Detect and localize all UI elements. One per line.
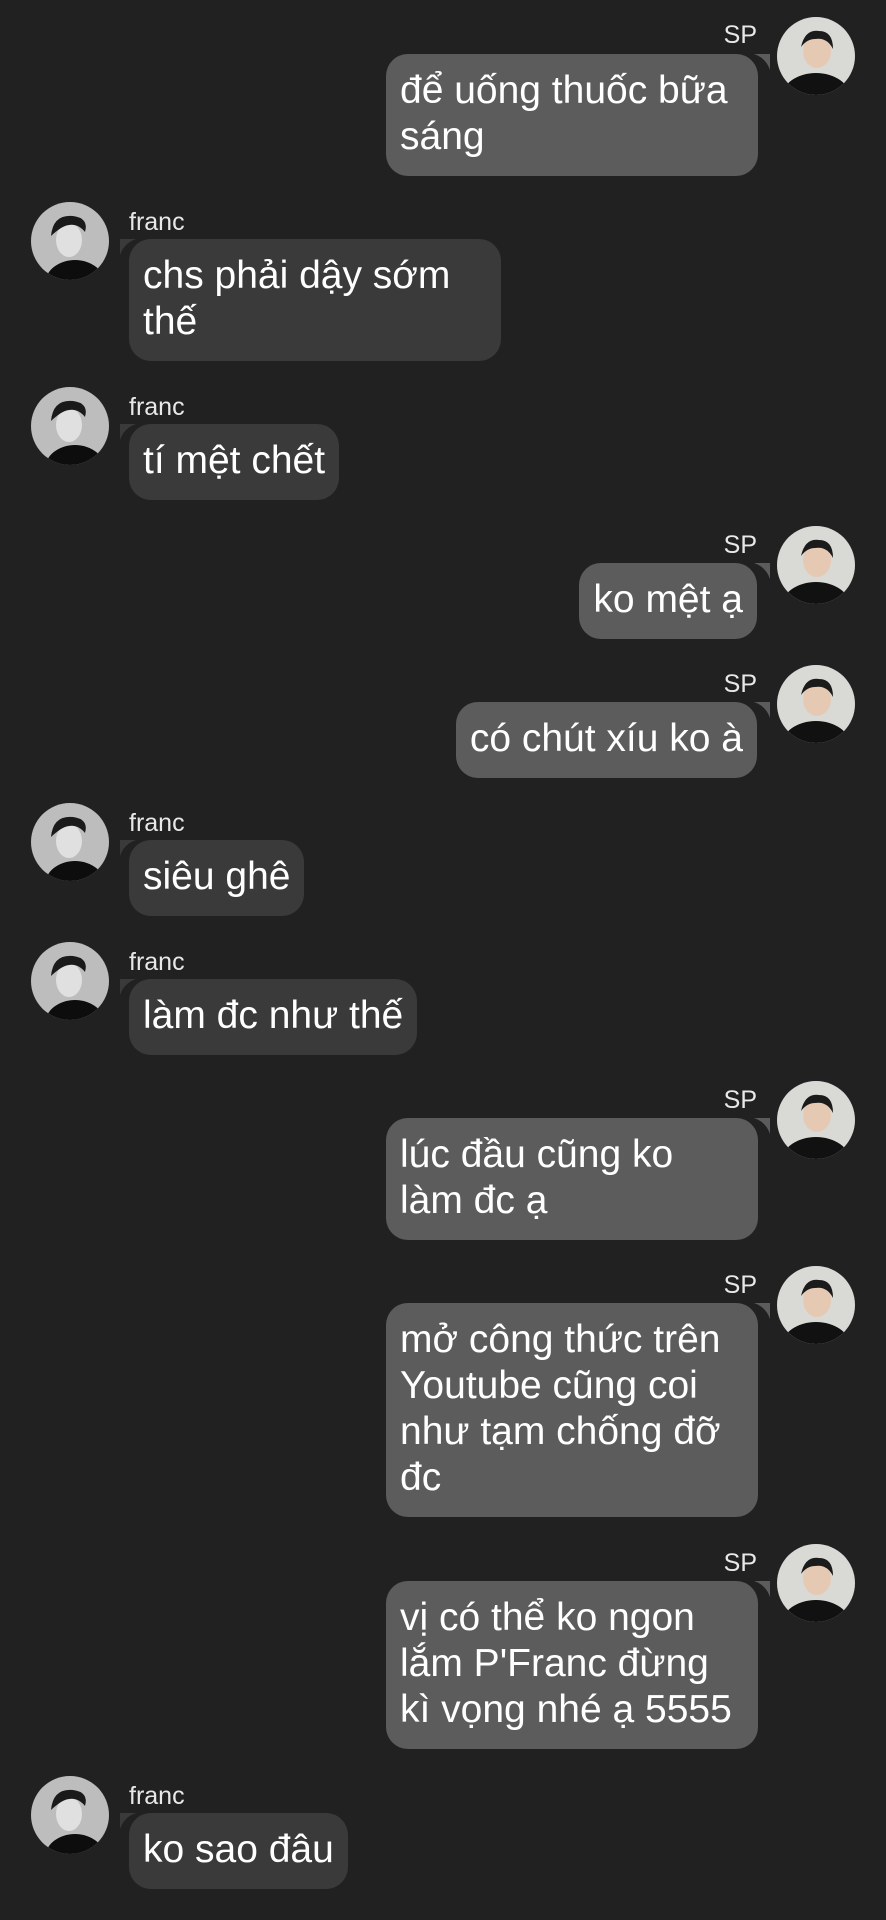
- avatar-sp[interactable]: [777, 665, 855, 743]
- message-bubble[interactable]: lúc đầu cũng ko làm đc ạ: [386, 1118, 758, 1240]
- avatar-photo-sp-icon: [777, 1081, 855, 1159]
- sender-name: franc: [129, 1782, 185, 1810]
- avatar-photo-franc-icon: [31, 387, 109, 465]
- avatar-photo-sp-icon: [777, 17, 855, 95]
- avatar-sp[interactable]: [777, 1544, 855, 1622]
- sender-name: SP: [723, 531, 757, 559]
- sender-name: franc: [129, 208, 185, 236]
- bubble-tail-icon: [754, 563, 770, 579]
- avatar-sp[interactable]: [777, 1266, 855, 1344]
- message-bubble[interactable]: chs phải dậy sớm thế: [129, 239, 501, 361]
- message-bubble[interactable]: mở công thức trên Youtube cũng coi như t…: [386, 1303, 758, 1517]
- avatar-sp[interactable]: [777, 17, 855, 95]
- avatar-photo-franc-icon: [31, 1776, 109, 1854]
- message-bubble[interactable]: vị có thể ko ngon lắm P'Franc đừng kì vọ…: [386, 1581, 758, 1749]
- sender-name: franc: [129, 393, 185, 421]
- sender-name: SP: [723, 1549, 757, 1577]
- message-bubble[interactable]: có chút xíu ko à: [455, 702, 757, 778]
- avatar-photo-sp-icon: [777, 665, 855, 743]
- message-bubble[interactable]: siêu ghê: [129, 840, 305, 916]
- avatar-franc[interactable]: [31, 1776, 109, 1854]
- message-bubble[interactable]: ko sao đâu: [129, 1813, 348, 1889]
- avatar-photo-franc-icon: [31, 803, 109, 881]
- avatar-franc[interactable]: [31, 202, 109, 280]
- message-bubble[interactable]: làm đc như thế: [129, 979, 418, 1055]
- avatar-photo-sp-icon: [777, 1544, 855, 1622]
- bubble-tail-icon: [754, 702, 770, 718]
- sender-name: SP: [723, 1271, 757, 1299]
- sender-name: SP: [723, 1086, 757, 1114]
- avatar-franc[interactable]: [31, 942, 109, 1020]
- sender-name: franc: [129, 809, 185, 837]
- avatar-franc[interactable]: [31, 803, 109, 881]
- avatar-photo-franc-icon: [31, 942, 109, 1020]
- message-bubble[interactable]: ko mệt ạ: [579, 563, 757, 639]
- avatar-photo-franc-icon: [31, 202, 109, 280]
- chat-screen: { "colors": { "background": "#212122", "…: [0, 0, 886, 1920]
- avatar-photo-sp-icon: [777, 1266, 855, 1344]
- message-bubble[interactable]: tí mệt chết: [129, 424, 340, 500]
- avatar-sp[interactable]: [777, 526, 855, 604]
- message-bubble[interactable]: để uống thuốc bữa sáng: [386, 54, 758, 176]
- avatar-sp[interactable]: [777, 1081, 855, 1159]
- avatar-franc[interactable]: [31, 387, 109, 465]
- sender-name: SP: [723, 21, 757, 49]
- avatar-photo-sp-icon: [777, 526, 855, 604]
- sender-name: SP: [723, 670, 757, 698]
- sender-name: franc: [129, 948, 185, 976]
